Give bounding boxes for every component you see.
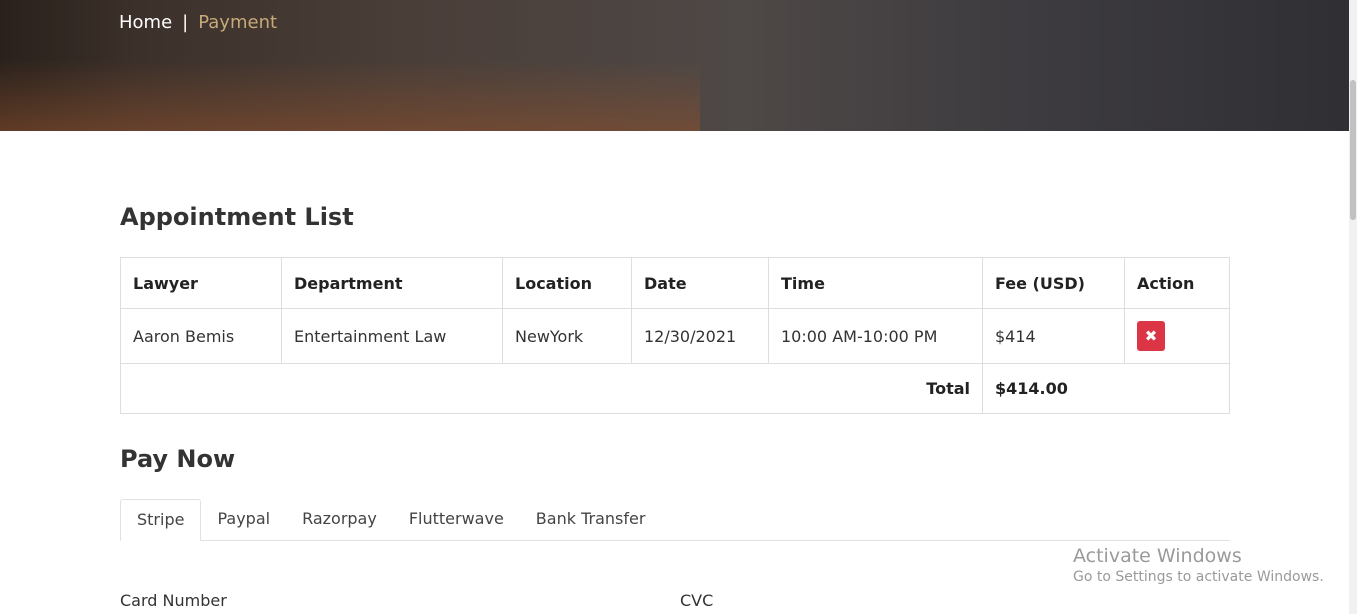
cell-date: 12/30/2021 bbox=[631, 308, 769, 364]
column-header-fee: Fee (USD) bbox=[982, 257, 1125, 309]
page-scrollbar[interactable] bbox=[1349, 0, 1357, 614]
breadcrumb: Home | Payment bbox=[119, 12, 277, 33]
cell-time: 10:00 AM-10:00 PM bbox=[768, 308, 983, 364]
breadcrumb-home-link[interactable]: Home bbox=[119, 12, 172, 33]
column-header-department: Department bbox=[281, 257, 503, 309]
delete-appointment-button[interactable]: ✖ bbox=[1137, 321, 1165, 351]
total-row: Total $414.00 bbox=[120, 363, 1230, 414]
tab-flutterwave[interactable]: Flutterwave bbox=[393, 499, 520, 541]
page-banner: Home | Payment bbox=[0, 0, 1349, 131]
banner-background-image bbox=[0, 60, 700, 131]
total-value: $414.00 bbox=[982, 363, 1230, 414]
table-header-row: Lawyer Department Location Date Time Fee… bbox=[120, 257, 1230, 309]
appointment-list-title: Appointment List bbox=[120, 203, 354, 231]
pay-now-title: Pay Now bbox=[120, 445, 236, 473]
cvc-label: CVC bbox=[680, 591, 714, 610]
card-number-label: Card Number bbox=[120, 591, 227, 610]
cell-location: NewYork bbox=[502, 308, 632, 364]
breadcrumb-current: Payment bbox=[198, 12, 278, 33]
column-header-lawyer: Lawyer bbox=[120, 257, 282, 309]
cell-lawyer: Aaron Bemis bbox=[120, 308, 282, 364]
close-icon: ✖ bbox=[1144, 327, 1158, 345]
payment-method-tabs: Stripe Paypal Razorpay Flutterwave Bank … bbox=[120, 499, 1230, 541]
appointment-table: Lawyer Department Location Date Time Fee… bbox=[120, 257, 1230, 414]
cell-fee: $414 bbox=[982, 308, 1125, 364]
activate-windows-watermark: Activate Windows Go to Settings to activ… bbox=[1073, 545, 1324, 585]
tab-paypal[interactable]: Paypal bbox=[201, 499, 286, 541]
watermark-title: Activate Windows bbox=[1073, 545, 1242, 567]
watermark-subtitle: Go to Settings to activate Windows. bbox=[1073, 569, 1324, 585]
column-header-date: Date bbox=[631, 257, 769, 309]
breadcrumb-separator: | bbox=[182, 12, 189, 33]
column-header-action: Action bbox=[1124, 257, 1230, 309]
cell-action: ✖ bbox=[1124, 308, 1230, 364]
table-row: Aaron Bemis Entertainment Law NewYork 12… bbox=[120, 308, 1230, 364]
total-label: Total bbox=[120, 363, 983, 414]
tab-bank-transfer[interactable]: Bank Transfer bbox=[520, 499, 662, 541]
column-header-time: Time bbox=[768, 257, 983, 309]
tab-stripe[interactable]: Stripe bbox=[120, 499, 202, 541]
scrollbar-thumb[interactable] bbox=[1350, 80, 1356, 220]
cell-department: Entertainment Law bbox=[281, 308, 503, 364]
column-header-location: Location bbox=[502, 257, 632, 309]
tab-razorpay[interactable]: Razorpay bbox=[286, 499, 393, 541]
